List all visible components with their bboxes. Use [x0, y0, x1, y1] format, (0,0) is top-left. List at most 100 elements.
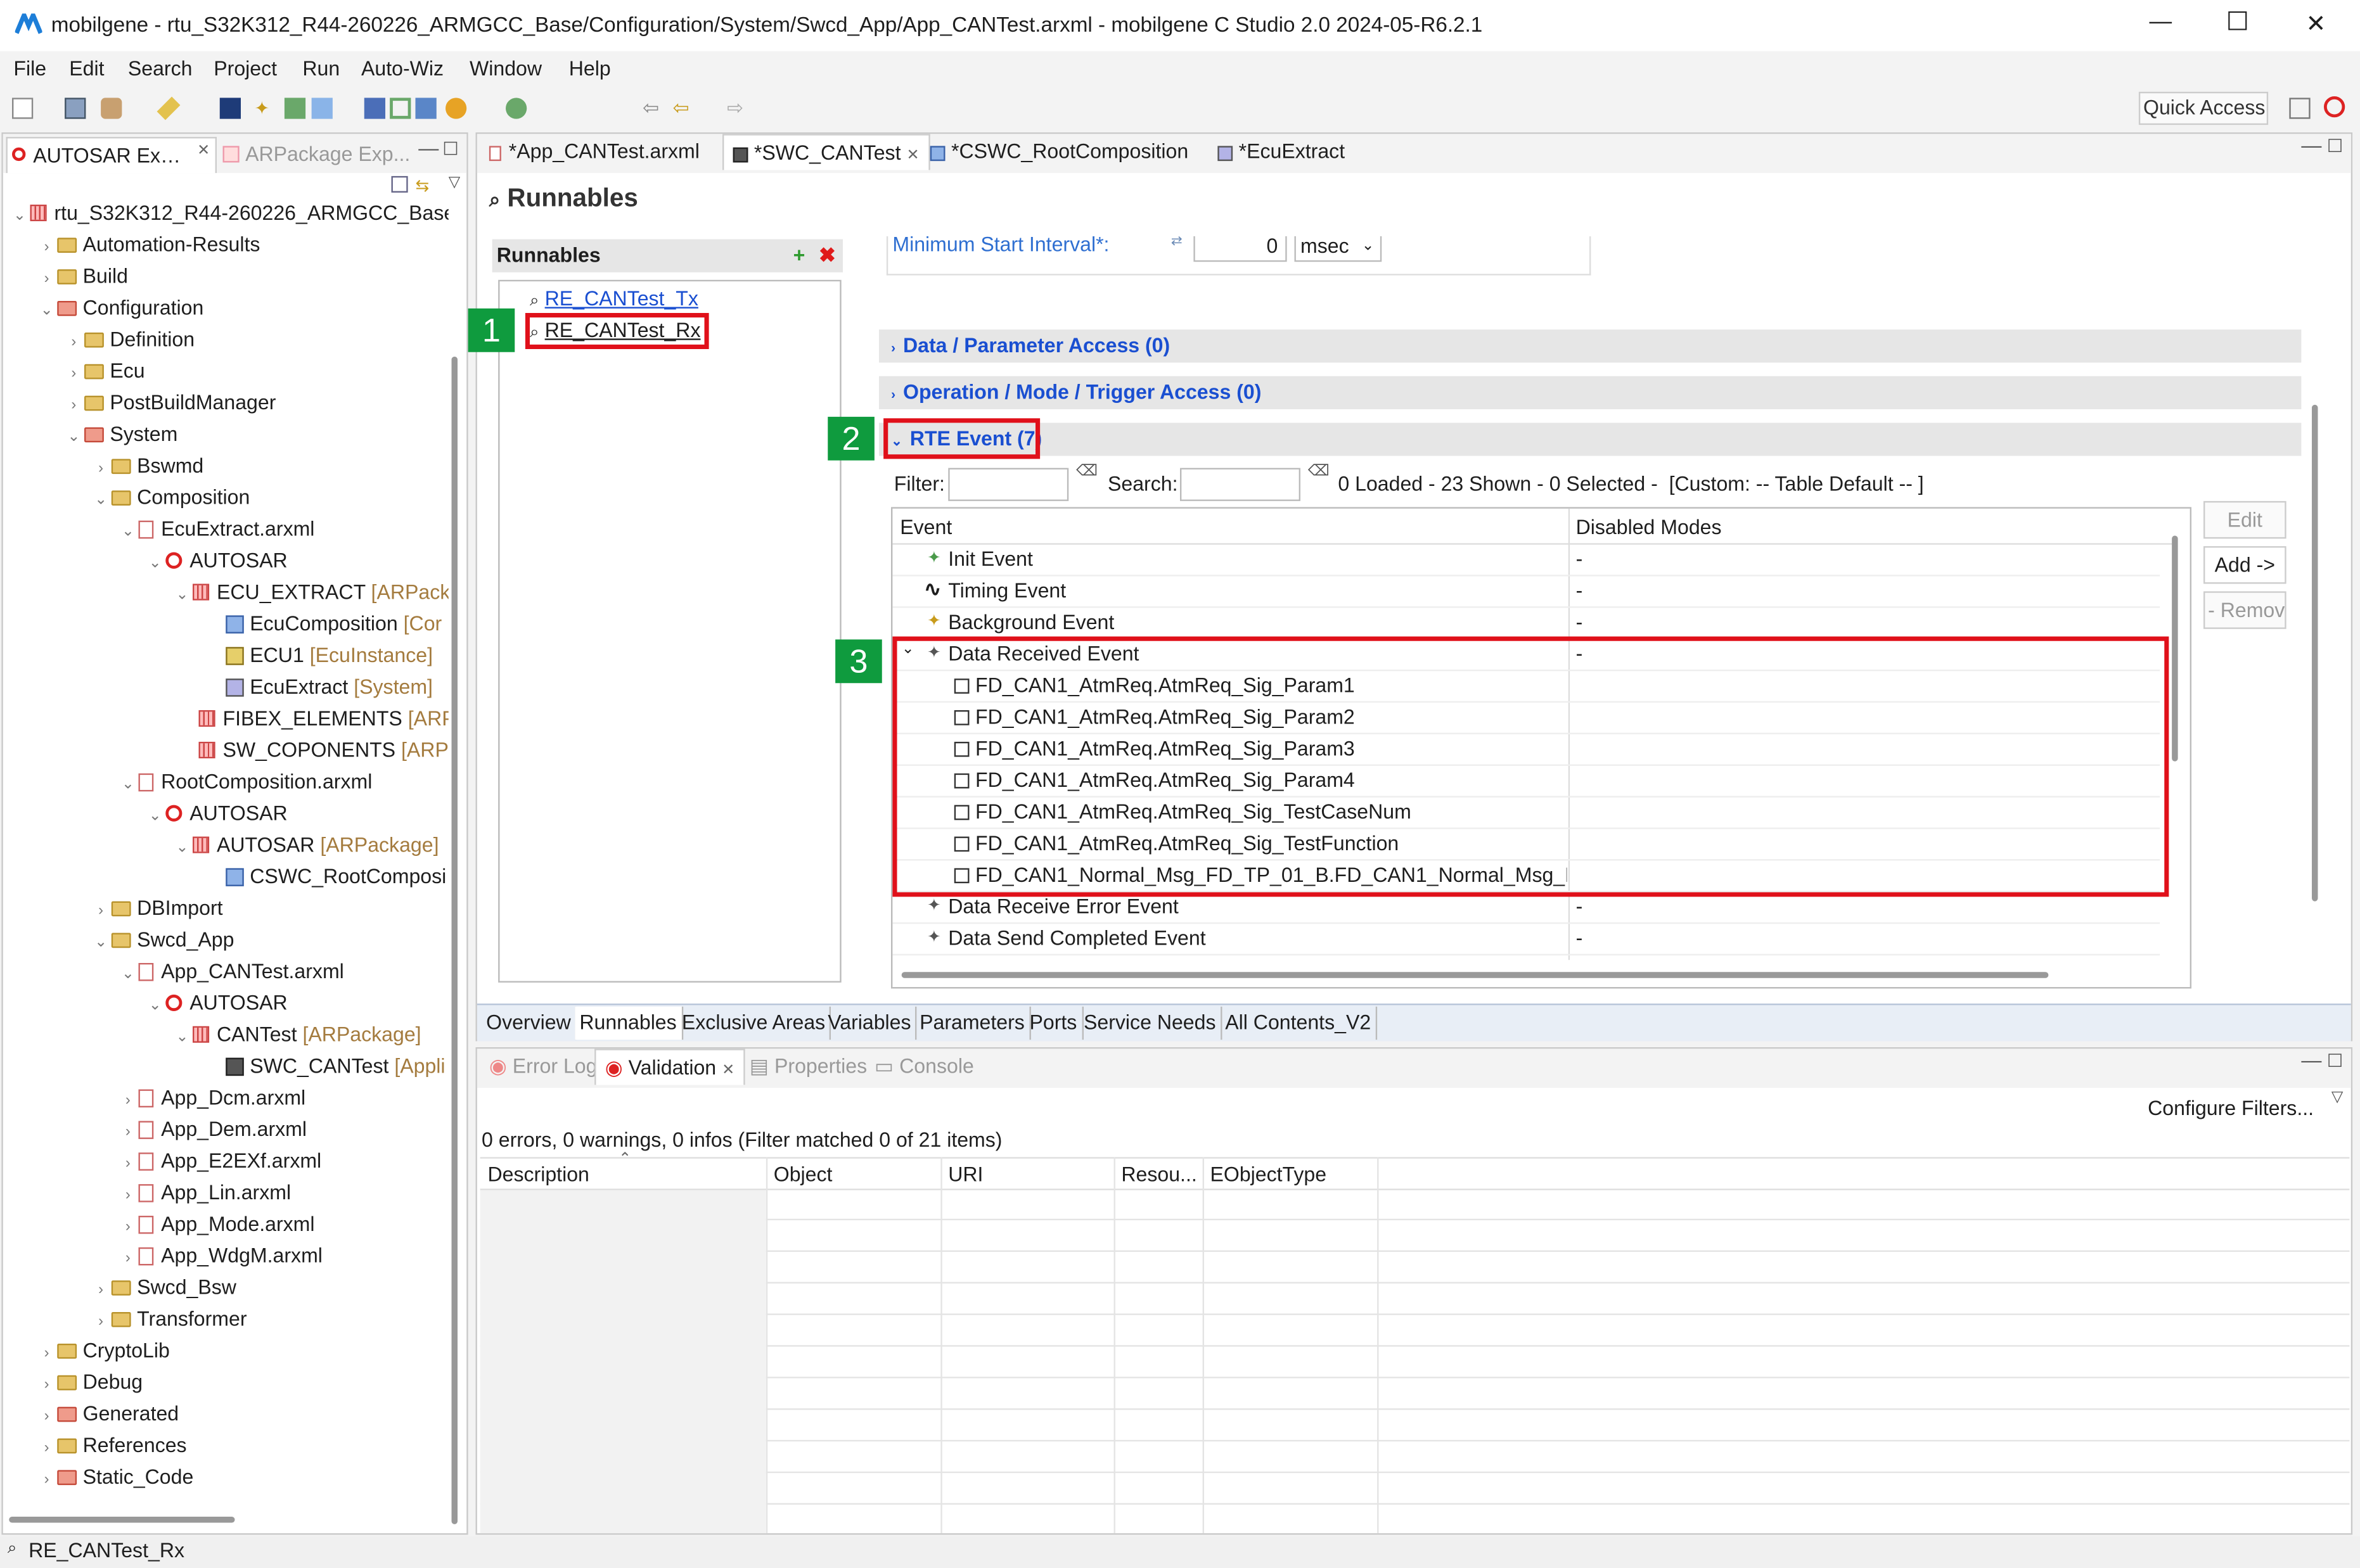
minimize-view-icon[interactable]: —: [2301, 1049, 2321, 1071]
frame-icon[interactable]: [390, 98, 411, 119]
tree-node[interactable]: ⌄ Configuration: [36, 292, 204, 324]
tree-node[interactable]: › App_E2EXf.arxml: [117, 1145, 321, 1176]
tree-node[interactable]: › DBImport: [91, 892, 222, 924]
perspective-icon[interactable]: [2324, 96, 2345, 118]
tree-node[interactable]: › Static_Code: [36, 1461, 194, 1493]
delete-runnable-button[interactable]: ✖: [819, 239, 836, 272]
tree-node[interactable]: ⌄ AUTOSAR: [144, 798, 288, 829]
add-button[interactable]: Add ->: [2203, 546, 2286, 584]
view-tab-error-log[interactable]: ◉ Error Log: [480, 1049, 606, 1085]
collapse-all-icon[interactable]: [391, 175, 408, 193]
tree-node[interactable]: › App_Lin.arxml: [117, 1176, 291, 1208]
tree-node[interactable]: › Automation-Results: [36, 229, 260, 260]
maximize-button[interactable]: ☐: [2226, 8, 2249, 38]
tree-node[interactable]: SWC_CANTest [Appli: [226, 1050, 446, 1082]
close-tab-icon[interactable]: ✕: [906, 148, 919, 164]
data-param-section[interactable]: › Data / Parameter Access (0): [879, 329, 2302, 363]
tree-node[interactable]: ⌄ CANTest [ARPackage]: [172, 1019, 421, 1050]
page-tab-variables[interactable]: Variables: [823, 1006, 918, 1040]
editor-tab[interactable]: *App_CANTest.arxml: [480, 134, 709, 170]
filter-input[interactable]: [948, 468, 1069, 501]
tree-node[interactable]: FIBEX_ELEMENTS [ARPa: [198, 703, 449, 734]
link-icon[interactable]: [506, 98, 527, 119]
editor-tab[interactable]: *EcuExtract: [1209, 134, 1354, 170]
tree-node[interactable]: › App_WdgM.arxml: [117, 1240, 323, 1272]
page-tab-runnables[interactable]: Runnables: [575, 1006, 683, 1040]
col-event[interactable]: Event: [900, 516, 952, 539]
configure-filters-link[interactable]: Configure Filters...: [2148, 1097, 2314, 1119]
tree-node[interactable]: ⌄ Composition: [91, 481, 250, 513]
menu-window[interactable]: Window: [470, 57, 542, 80]
nav-forward-icon[interactable]: ⇨: [727, 97, 748, 118]
maximize-editor-icon[interactable]: ☐: [2327, 136, 2344, 156]
editor-tab-active[interactable]: *SWC_CANTest ✕: [722, 134, 930, 170]
tree-node[interactable]: ⌄ Swcd_App: [91, 924, 234, 955]
tree-node[interactable]: › Bswmd: [91, 450, 203, 481]
warning-icon[interactable]: [446, 98, 467, 119]
tree-node[interactable]: ⌄ System: [63, 418, 177, 450]
tree-node[interactable]: › CryptoLib: [36, 1335, 170, 1367]
open-perspective-icon[interactable]: [2289, 98, 2311, 119]
col-object[interactable]: Object: [774, 1163, 833, 1186]
rte-event-section[interactable]: ⌄ RTE Event (7): [879, 423, 2302, 456]
page-tab-ports[interactable]: Ports: [1025, 1006, 1083, 1040]
editor-tab[interactable]: *CSWC_RootComposition: [921, 134, 1198, 170]
col-disabled-modes[interactable]: Disabled Modes: [1576, 516, 1722, 539]
clear-filter-icon[interactable]: ⌫: [1076, 464, 1098, 480]
menu-auto-wiz[interactable]: Auto-Wiz: [361, 57, 444, 80]
minimize-view-icon[interactable]: —: [418, 137, 439, 160]
remove-button[interactable]: - Remov: [2203, 591, 2286, 629]
tree-hscrollbar[interactable]: [9, 1517, 235, 1523]
table-row[interactable]: ∿ Timing Event -: [892, 577, 2160, 608]
minimize-button[interactable]: —: [2150, 9, 2172, 34]
quick-access-field[interactable]: Quick Access: [2138, 91, 2269, 125]
tab-autosar-explorer[interactable]: AUTOSAR Expl... ✕: [6, 137, 217, 174]
search-input[interactable]: [1180, 468, 1300, 501]
chart-icon[interactable]: [284, 98, 306, 119]
page-tab-overview[interactable]: Overview: [482, 1006, 577, 1040]
close-tab-icon[interactable]: ✕: [722, 1062, 734, 1079]
close-button[interactable]: ✕: [2306, 9, 2326, 39]
tree-node[interactable]: ECU1 [EcuInstance]: [226, 639, 433, 671]
view-tab-validation[interactable]: ◉ Validation ✕: [594, 1049, 745, 1085]
terminal-icon[interactable]: [219, 98, 241, 119]
maximize-view-icon[interactable]: ☐: [442, 139, 459, 160]
tab-arpackage-explorer[interactable]: ARPackage Exp...: [222, 137, 411, 173]
tree-node[interactable]: › Generated: [36, 1398, 179, 1429]
clear-search-icon[interactable]: ⌫: [1308, 464, 1330, 480]
tree-node[interactable]: › Debug: [36, 1367, 143, 1398]
star-icon[interactable]: ✦: [254, 98, 275, 118]
wand-icon[interactable]: [157, 96, 181, 120]
menu-help[interactable]: Help: [569, 57, 611, 80]
unit-select[interactable]: msec ⌄: [1294, 236, 1382, 262]
tree-node[interactable]: ⌄ AUTOSAR [ARPackage]: [172, 829, 439, 861]
tree-node[interactable]: › PostBuildManager: [63, 386, 276, 418]
link-editor-icon[interactable]: ⇆: [416, 176, 430, 196]
menu-search[interactable]: Search: [128, 57, 193, 80]
debug-icon[interactable]: [415, 98, 437, 119]
tree-node[interactable]: › References: [36, 1429, 187, 1461]
tree-root[interactable]: ⌄ rtu_S32K312_R44-260226_ARMGCC_Base: [9, 197, 449, 229]
tree-node[interactable]: › Definition: [63, 324, 195, 355]
list-item[interactable]: ⌕ RE_CANTest_Tx: [530, 288, 698, 312]
view-menu-icon[interactable]: ▽: [2331, 1090, 2343, 1106]
menu-edit[interactable]: Edit: [69, 57, 104, 80]
build-icon[interactable]: [101, 98, 122, 119]
view-menu-icon[interactable]: ▽: [449, 175, 460, 191]
tree-node[interactable]: › Build: [36, 260, 128, 292]
tree-node[interactable]: › App_Mode.arxml: [117, 1208, 315, 1240]
page-tab-service-needs[interactable]: Service Needs: [1079, 1006, 1222, 1040]
tree-node[interactable]: EcuExtract [System]: [226, 671, 433, 703]
table-row[interactable]: ✦ Background Event -: [892, 608, 2160, 640]
table-row[interactable]: ✦ Init Event -: [892, 545, 2160, 577]
col-description[interactable]: Description: [488, 1163, 589, 1186]
tree-node[interactable]: › Transformer: [91, 1303, 247, 1335]
tree-node[interactable]: ⌄ RootComposition.arxml: [117, 766, 372, 798]
minimize-editor-icon[interactable]: —: [2301, 134, 2321, 156]
menu-project[interactable]: Project: [214, 57, 277, 80]
page-tab-exclusive-areas[interactable]: Exclusive Areas: [677, 1006, 831, 1040]
view-tab-properties[interactable]: ▤ Properties: [741, 1049, 876, 1085]
col-eobjecttype[interactable]: EObjectType: [1210, 1163, 1327, 1186]
maximize-view-icon[interactable]: ☐: [2327, 1050, 2344, 1071]
tree-node[interactable]: EcuComposition [Cor: [226, 608, 442, 640]
